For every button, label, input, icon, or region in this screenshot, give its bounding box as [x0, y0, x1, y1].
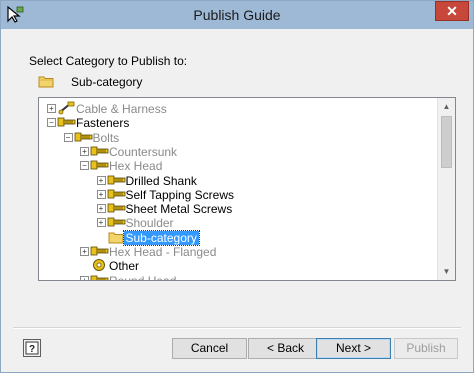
scroll-down-icon[interactable]: ▼	[438, 263, 455, 280]
category-tree[interactable]: + Cable & Harness − Fasteners − Bolts + Counter…	[38, 97, 456, 281]
help-icon: ?	[25, 341, 39, 355]
close-icon: ✕	[446, 3, 458, 19]
collapse-node-icon[interactable]: −	[80, 161, 89, 171]
cancel-button[interactable]: Cancel	[172, 338, 247, 359]
selected-category-label: Sub-category	[71, 75, 143, 89]
tree-node-label: Hex Head	[109, 159, 163, 174]
expand-node-icon[interactable]: +	[96, 189, 106, 199]
tree-node-label: Countersunk	[109, 144, 178, 159]
category-prompt: Select Category to Publish to:	[29, 54, 188, 68]
tree-node-label: Sheet Metal Screws	[125, 202, 233, 217]
footer-divider	[13, 327, 461, 329]
bolt-icon	[107, 175, 125, 184]
tree-node-label: Fasteners	[76, 116, 130, 131]
bolt-icon	[107, 217, 125, 227]
bolt-icon	[74, 132, 92, 141]
close-button[interactable]: ✕	[435, 1, 469, 21]
expand-node-icon[interactable]: +	[80, 275, 89, 280]
publish-guide-dialog: Publish Guide ✕ Select Category to Publi…	[0, 0, 474, 373]
bolt-icon	[57, 117, 76, 127]
washer-icon	[93, 259, 105, 272]
tree-content: + Cable & Harness − Fasteners − Bolts + Counter…	[39, 98, 439, 281]
bolt-icon	[90, 160, 109, 170]
bolt-icon	[107, 189, 125, 199]
scroll-up-icon[interactable]: ▲	[438, 98, 455, 115]
next-button[interactable]: Next >	[316, 338, 391, 359]
title-bar[interactable]: Publish Guide ✕	[1, 1, 473, 29]
collapse-node-icon[interactable]: −	[63, 132, 73, 142]
cable-icon	[58, 101, 75, 115]
tree-node-label: Hex Head - Flanged	[109, 245, 217, 259]
expand-node-icon[interactable]: +	[96, 175, 106, 185]
collapse-node-icon[interactable]: −	[47, 118, 56, 128]
tree-node-label: Sub-category	[122, 229, 200, 246]
tree-node-label: Bolts	[92, 130, 120, 145]
expand-node-icon[interactable]: +	[96, 218, 106, 228]
tree-node-label: Other	[109, 259, 140, 274]
tree-vertical-scrollbar[interactable]: ▲ ▼	[437, 98, 455, 280]
expand-node-icon[interactable]: +	[47, 104, 56, 113]
tree-node-label: Shoulder	[125, 216, 174, 231]
expand-node-icon[interactable]: +	[96, 204, 106, 214]
help-glyph: ?	[29, 344, 35, 355]
folder-icon	[38, 76, 54, 88]
bolt-icon	[90, 146, 109, 156]
scrollbar-thumb[interactable]	[441, 116, 452, 168]
tree-node-label: Round Head	[109, 273, 177, 281]
expand-node-icon[interactable]: +	[80, 247, 89, 256]
bolt-icon	[90, 275, 109, 280]
tree-node-label: Drilled Shank	[125, 173, 197, 188]
back-button[interactable]: < Back	[248, 338, 323, 359]
tree-node-label: Cable & Harness	[76, 102, 167, 116]
help-button[interactable]: ?	[23, 339, 41, 357]
window-title: Publish Guide	[193, 7, 281, 23]
publish-button[interactable]: Publish	[394, 338, 458, 359]
bolt-icon	[90, 246, 109, 256]
tree-node-icon-wrap	[90, 273, 110, 280]
expand-node-icon[interactable]: +	[80, 146, 89, 156]
bolt-icon	[107, 203, 125, 213]
tree-node-label: Self Tapping Screws	[125, 187, 235, 202]
